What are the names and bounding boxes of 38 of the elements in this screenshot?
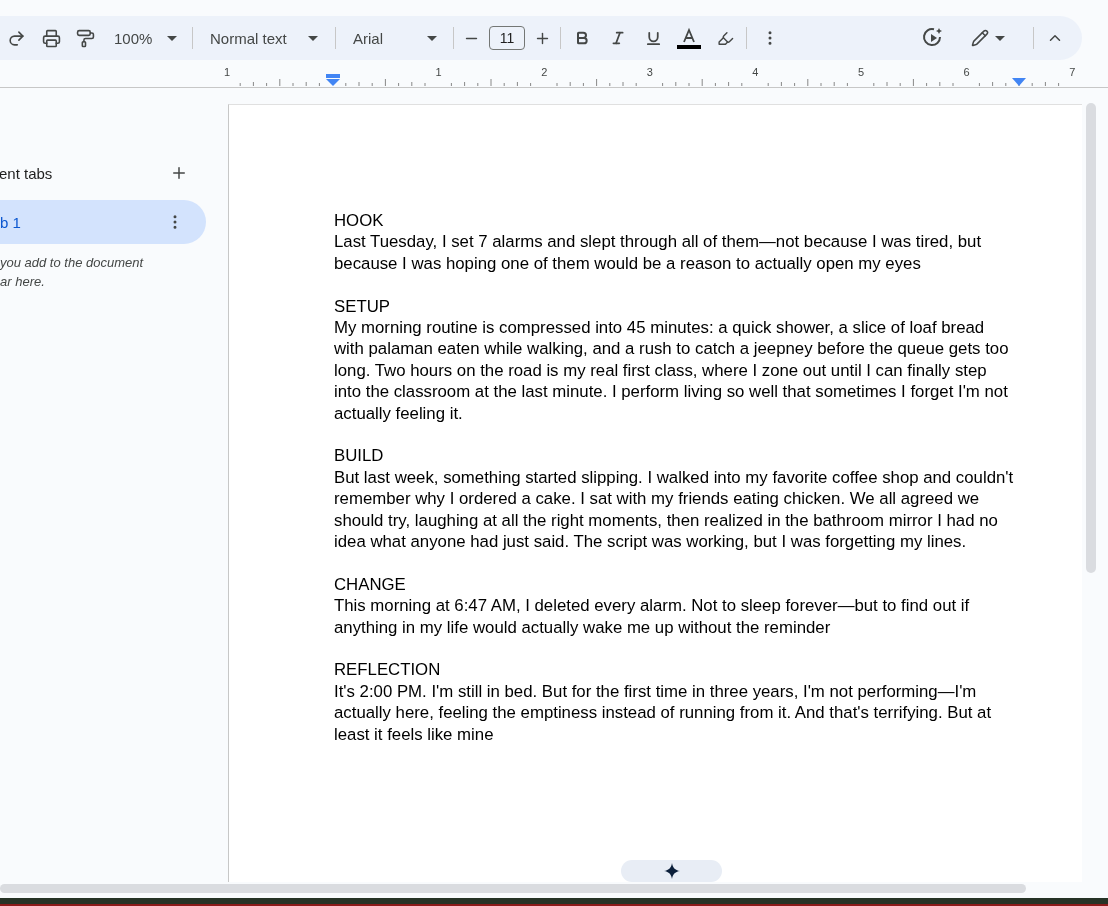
section-heading: SETUP: [334, 295, 391, 317]
ruler-number: 5: [857, 66, 865, 78]
indent-marker-icon[interactable]: [1012, 78, 1026, 86]
ruler-number: 4: [752, 66, 759, 78]
indent-marker-icon[interactable]: [326, 74, 340, 86]
add-icon[interactable]: [170, 164, 188, 182]
section-heading: HOOK: [334, 210, 385, 232]
section-heading: REFLECTION: [334, 659, 442, 681]
paragraph: This morning at 6:47 AM, I deleted every alarm. Not to sleep forever—but to find out if anything in my life would actually wake me up without the reminder: [334, 595, 971, 639]
ruler-number: 7: [1069, 66, 1076, 78]
scrollbar-thumb[interactable]: [0, 884, 1026, 893]
style-dropdown[interactable]: Normal text: [201, 22, 326, 54]
sparkle-button[interactable]: [621, 860, 722, 882]
caret-icon: [427, 35, 437, 41]
paragraph: Last Tuesday, I set 7 alarms and slept through all of them—not because I was tired, but because I was hoping one of them would be a reason to actually open my eyes: [334, 231, 983, 275]
zoom-dropdown[interactable]: 100%: [105, 22, 185, 54]
hint-text: ar here.: [0, 273, 46, 291]
pencil-icon: [971, 29, 989, 47]
ruler-number: 2: [541, 66, 548, 78]
section-heading: BUILD: [334, 445, 385, 467]
ruler-number: 3: [646, 66, 653, 78]
document-tab[interactable]: b 1: [0, 200, 206, 244]
caret-icon: [308, 35, 318, 41]
ruler-number: 1: [435, 66, 442, 78]
ruler-number: 1: [223, 66, 231, 78]
sidebar-title: ent tabs: [0, 164, 53, 182]
paragraph: But last week, something started slipping. I walked into my favorite coffee shop and couldn't remember why I ordered a cake. I sat with my friends eating chicken. We all agreed we should try, laughing at all the right moments, then realized in the bathroom mirror I had no idea what anyone had just said. The script was working, but I was forgetting my lines.: [334, 466, 1015, 553]
ruler-number: 6: [963, 66, 970, 78]
sparkle-icon: [663, 863, 680, 879]
font-size-field[interactable]: 11: [489, 26, 525, 50]
scrollbar-thumb[interactable]: [1086, 103, 1096, 573]
caret-icon: [995, 35, 1005, 41]
paragraph: My morning routine is compressed into 45 minutes: a quick shower, a slice of loaf bread with palaman eaten while walking, and a rush to catch a jeepney before the queue gets too long. Two hours on the road is my real first class, where I zone out until I can finally step into the classroom at the last minute. I perform living so well that sometimes I forget I'm not actually feeling it.: [334, 317, 1010, 425]
caret-icon: [167, 35, 177, 41]
paragraph: It's 2:00 PM. I'm still in bed. But for the first time in three years, I'm not performing—I'm actually here, feeling the emptiness instead of running from it. And that's terrifying. But at least it feels like mine: [334, 680, 993, 746]
hint-text: you add to the document: [0, 254, 145, 272]
font-dropdown[interactable]: Arial: [344, 22, 445, 54]
section-heading: CHANGE: [334, 573, 407, 596]
